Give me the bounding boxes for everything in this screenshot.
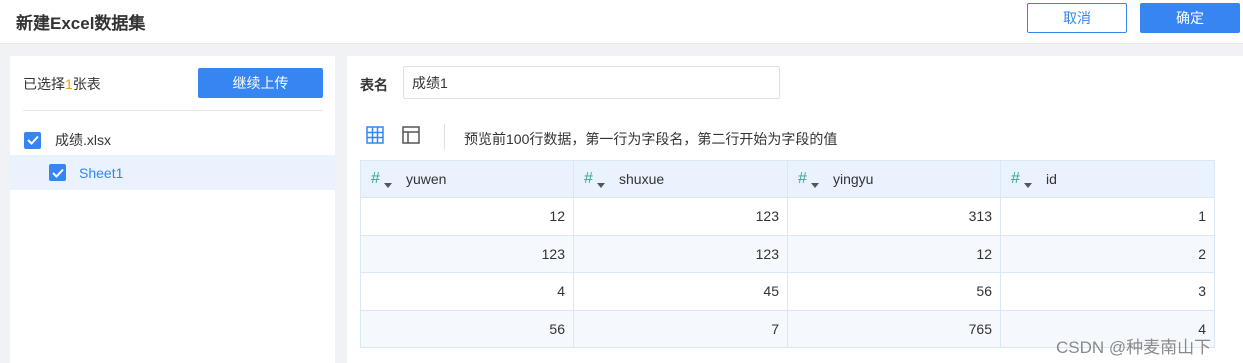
table-header-row: # yuwen # shuxue # yingyu # id [360,160,1215,198]
sidebar-panel: 已选择1张表 继续上传 成绩.xlsx Sheet1 [10,56,335,363]
table-cell: 1 [1000,197,1215,236]
table-cell: 56 [787,272,1001,311]
confirm-button[interactable]: 确定 [1140,3,1240,33]
sheet-name: Sheet1 [79,164,124,181]
preview-hint: 预览前100行数据，第一行为字段名，第二行开始为字段的值 [464,131,838,147]
toolbar-divider [444,124,445,150]
tree-item-sheet[interactable]: Sheet1 [10,155,335,190]
layout-view-icon[interactable] [402,126,420,149]
selected-suffix: 张表 [72,76,101,92]
grid-view-icon[interactable] [366,126,384,149]
column-name: yuwen [406,171,447,187]
sheet-checkbox[interactable] [49,164,66,181]
table-cell: 7 [573,309,788,348]
column-name: yingyu [833,171,874,187]
column-header[interactable]: # yingyu [787,160,1001,198]
table-cell: 56 [360,309,574,348]
file-checkbox[interactable] [24,131,41,149]
table-name-input[interactable]: 成绩1 [403,66,780,99]
selected-count-text: 已选择1张表 [23,74,101,94]
table-cell: 12 [787,234,1001,273]
column-name: id [1046,171,1057,187]
column-header[interactable]: # shuxue [573,160,788,198]
column-header[interactable]: # id [1000,160,1215,198]
table-row: 12 123 313 1 [360,197,1215,236]
caret-down-icon [811,183,819,188]
table-cell: 313 [787,197,1001,236]
number-hash-icon[interactable]: # [584,170,608,188]
sidebar-divider [23,110,323,111]
top-bar: 新建Excel数据集 取消 确定 [0,0,1243,44]
column-name: shuxue [619,171,665,187]
selected-prefix: 已选择 [23,76,65,92]
number-hash-icon[interactable]: # [371,170,395,188]
caret-down-icon [597,183,605,188]
table-cell: 2 [1000,234,1215,273]
main-panel: 表名 成绩1 预览前100行数据，第一行为字段名，第二行开始为字段的值 # yuw… [347,56,1243,363]
watermark: CSDN @种麦南山下 [1056,338,1212,357]
tree-item-file[interactable]: 成绩.xlsx [10,124,335,156]
table-name-label: 表名 [360,77,388,93]
table-cell: 765 [787,309,1001,348]
table-cell: 123 [573,234,788,273]
caret-down-icon [384,183,392,188]
file-name: 成绩.xlsx [55,132,111,148]
continue-upload-button[interactable]: 继续上传 [198,68,323,98]
page-title: 新建Excel数据集 [16,14,146,33]
number-hash-icon[interactable]: # [798,170,822,188]
table-cell: 123 [573,197,788,236]
table-row: 123 123 12 2 [360,234,1215,273]
selected-count: 1 [65,76,73,92]
table-cell: 4 [360,272,574,311]
number-hash-icon[interactable]: # [1011,170,1035,188]
table-row: 4 45 56 3 [360,272,1215,311]
column-header[interactable]: # yuwen [360,160,574,198]
table-cell: 12 [360,197,574,236]
table-cell: 123 [360,234,574,273]
table-cell: 3 [1000,272,1215,311]
table-cell: 45 [573,272,788,311]
preview-table: # yuwen # shuxue # yingyu # id 12 123 313 1 … [360,160,1215,348]
caret-down-icon [1024,183,1032,188]
cancel-button[interactable]: 取消 [1027,3,1127,33]
check-icon [51,168,64,178]
check-icon [26,135,39,145]
